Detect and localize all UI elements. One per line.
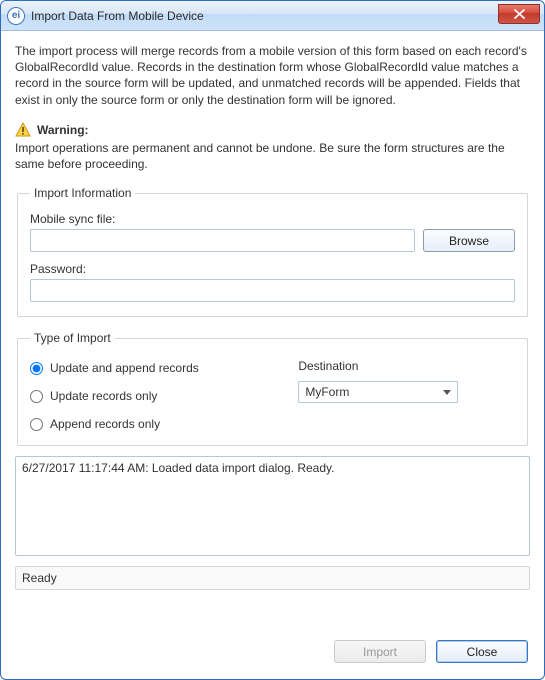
dialog-footer: Import Close (15, 636, 530, 669)
titlebar: ei Import Data From Mobile Device (1, 1, 544, 31)
type-of-import-group: Type of Import Update and append records… (17, 331, 528, 446)
description-text: The import process will merge records fr… (15, 43, 530, 108)
app-icon: ei (7, 7, 25, 25)
browse-button[interactable]: Browse (423, 229, 515, 252)
close-button[interactable]: Close (436, 640, 528, 663)
mobile-sync-file-input[interactable] (30, 229, 415, 252)
dialog-content: The import process will merge records fr… (1, 31, 544, 679)
import-button[interactable]: Import (334, 640, 426, 663)
import-information-group: Import Information Mobile sync file: Bro… (17, 186, 528, 317)
window-title: Import Data From Mobile Device (31, 9, 204, 23)
window-close-button[interactable] (498, 4, 540, 24)
warning-label: Warning: (37, 123, 89, 137)
radio-update-only-label: Update records only (50, 389, 157, 403)
password-input[interactable] (30, 279, 515, 302)
destination-dropdown[interactable]: MyForm (298, 381, 458, 403)
type-of-import-legend: Type of Import (30, 331, 115, 345)
radio-update-append-input[interactable] (30, 362, 43, 375)
radio-append-only-input[interactable] (30, 418, 43, 431)
destination-value: MyForm (305, 385, 349, 399)
radio-append-only-label: Append records only (50, 417, 160, 431)
password-label: Password: (30, 262, 515, 276)
mobile-sync-file-label: Mobile sync file: (30, 212, 515, 226)
radio-update-append-label: Update and append records (50, 361, 199, 375)
chevron-down-icon (443, 390, 451, 395)
dialog-window: ei Import Data From Mobile Device The im… (0, 0, 545, 680)
warning-text: Import operations are permanent and cann… (15, 140, 530, 172)
warning-icon (15, 122, 31, 138)
radio-update-append[interactable]: Update and append records (30, 361, 268, 375)
radio-append-only[interactable]: Append records only (30, 417, 268, 431)
status-text: Ready (22, 571, 57, 585)
destination-label: Destination (298, 359, 515, 373)
radio-update-only[interactable]: Update records only (30, 389, 268, 403)
import-information-legend: Import Information (30, 186, 135, 200)
close-icon (514, 9, 525, 19)
status-bar: Ready (15, 566, 530, 590)
warning-header: Warning: (15, 122, 530, 138)
log-line: 6/27/2017 11:17:44 AM: Loaded data impor… (22, 461, 334, 475)
app-icon-text: ei (12, 10, 20, 21)
log-output[interactable]: 6/27/2017 11:17:44 AM: Loaded data impor… (15, 456, 530, 556)
radio-update-only-input[interactable] (30, 390, 43, 403)
